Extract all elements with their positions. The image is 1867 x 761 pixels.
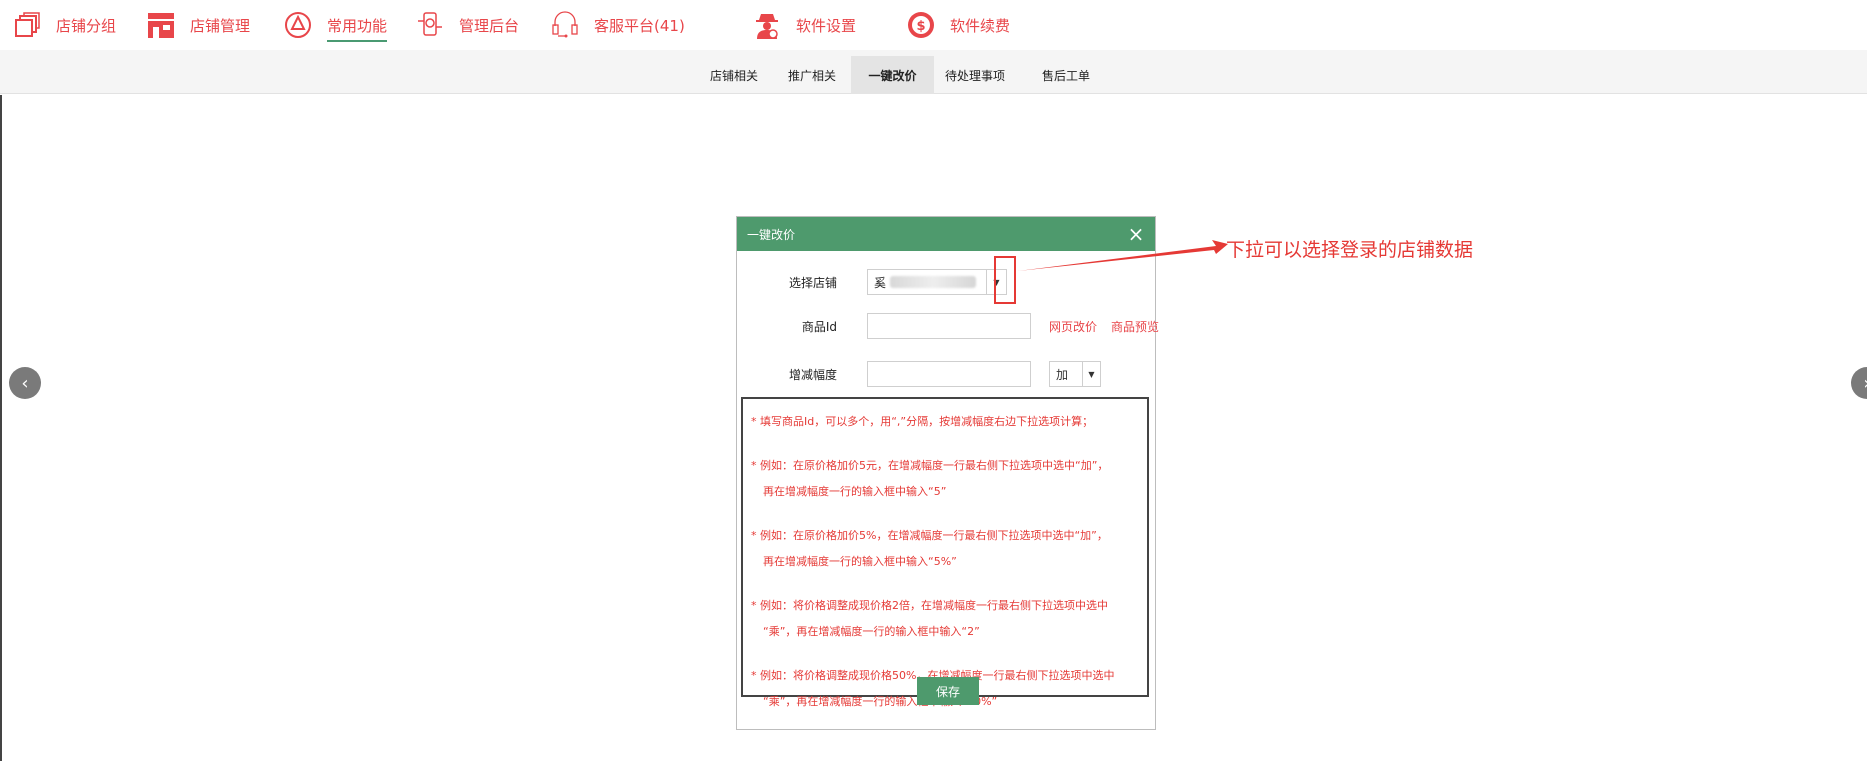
note-item: * 例如：在原价格加价5元，在增减幅度一行最右侧下拉选项中选中“加”， 再在增减… <box>751 459 1109 498</box>
operation-select[interactable]: 加 ▼ <box>1049 361 1101 387</box>
nav-item-software-renewal[interactable]: $ 软件续费 <box>906 0 1010 50</box>
nav-item-software-settings[interactable]: 软件设置 <box>752 0 856 50</box>
preview-link[interactable]: 商品预览 <box>1111 318 1159 335</box>
store-icon <box>146 10 176 40</box>
tab-after-sales[interactable]: 售后工单 <box>1030 56 1102 94</box>
tab-shop-related[interactable]: 店铺相关 <box>700 56 768 94</box>
range-input[interactable] <box>867 361 1031 387</box>
dialog-title: 一键改价 <box>747 227 796 242</box>
nav-label: 软件设置 <box>796 16 857 35</box>
tab-promotion-related[interactable]: 推广相关 <box>778 56 846 94</box>
nav-item-shop-manage[interactable]: 店铺管理 <box>146 0 250 50</box>
dollar-coin-icon: $ <box>906 10 936 40</box>
nav-label: 店铺管理 <box>190 16 251 35</box>
nav-item-customer-service[interactable]: 客服平台(41) <box>550 0 685 50</box>
next-arrow-icon[interactable]: › <box>1851 367 1867 399</box>
nav-item-admin-backend[interactable]: 管理后台 <box>415 0 519 50</box>
note-item: * 例如：将价格调整成现价格2倍，在增减幅度一行最右侧下拉选项中选中 “乘”，再… <box>751 599 1108 638</box>
nav-item-common-functions[interactable]: 常用功能 <box>283 0 388 50</box>
save-button[interactable]: 保存 <box>917 677 979 705</box>
nav-item-shop-group[interactable]: 店铺分组 <box>12 0 116 50</box>
annotation-text: 下拉可以选择登录的店铺数据 <box>1226 239 1474 261</box>
operation-value: 加 <box>1056 367 1069 382</box>
range-row: 增减幅度 加 ▼ <box>737 361 1101 387</box>
nav-label: 客服平台(41) <box>594 16 685 35</box>
nav-label: 软件续费 <box>950 16 1011 35</box>
prev-arrow-icon[interactable]: ‹ <box>9 367 41 399</box>
range-label: 增减幅度 <box>788 367 837 382</box>
price-edit-dialog: 一键改价 × 选择店铺 奚 ▼ 商品Id 网页改价 商品预览 增减幅度 加 ▼ … <box>736 216 1159 730</box>
product-label: 商品Id <box>801 319 837 334</box>
product-id-input[interactable] <box>867 313 1031 339</box>
tab-one-click-price[interactable]: 一键改价 <box>851 56 934 94</box>
nav-label: 管理后台 <box>459 16 520 35</box>
redacted-mask <box>890 276 977 288</box>
shop-row: 选择店铺 奚 ▼ <box>737 269 1007 295</box>
product-row: 商品Id 网页改价 商品预览 <box>737 313 1159 339</box>
highlight-box <box>994 256 1016 304</box>
triangle-nodes-icon <box>283 10 313 40</box>
nav-label: 店铺分组 <box>56 16 117 35</box>
sub-navigation: 店铺相关 推广相关 一键改价 待处理事项 售后工单 <box>0 50 1867 94</box>
phone-settings-icon <box>415 10 445 40</box>
note-item: * 例如：在原价格加价5%，在增减幅度一行最右侧下拉选项中选中“加”， 再在增减… <box>751 529 1108 568</box>
annotation-arrow-icon <box>1018 240 1228 271</box>
headset-icon <box>550 10 580 40</box>
copy-icon <box>12 10 42 40</box>
svg-text:$: $ <box>916 19 925 34</box>
shop-select[interactable]: 奚 ▼ <box>867 269 1007 295</box>
web-edit-link[interactable]: 网页改价 <box>1049 318 1097 335</box>
note-item: * 填写商品Id，可以多个，用“,”分隔，按增减幅度右边下拉选项计算； <box>751 415 1094 428</box>
shop-label: 选择店铺 <box>788 275 837 290</box>
shop-select-value: 奚 <box>874 274 977 291</box>
tab-pending-items[interactable]: 待处理事项 <box>934 56 1016 94</box>
nav-label: 常用功能 <box>327 15 388 42</box>
instructions-box: * 填写商品Id，可以多个，用“,”分隔，按增减幅度右边下拉选项计算； * 例如… <box>741 397 1149 708</box>
top-navigation: 店铺分组 店铺管理 常用功能 管理后台 客服平台(41) 软件设置 $ 软件续费 <box>0 0 1867 50</box>
window-edge <box>0 95 2 761</box>
dropdown-arrow-icon[interactable]: ▼ <box>1082 362 1100 386</box>
spy-settings-icon <box>752 10 782 40</box>
